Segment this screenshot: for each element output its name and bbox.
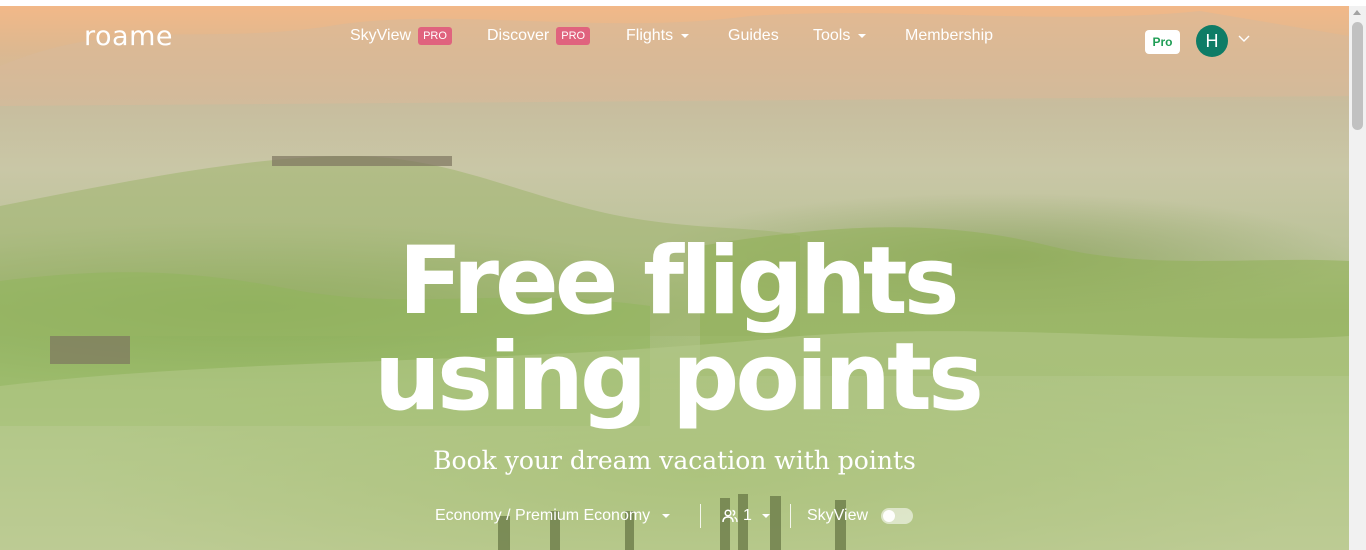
nav-item-guides[interactable]: Guides [728, 25, 779, 47]
skyview-label: SkyView [807, 507, 869, 524]
cabin-class-value: Economy / Premium Economy [435, 507, 651, 524]
hero-subtitle: Book your dream vacation with points [433, 446, 916, 475]
chevron-down-icon[interactable] [1238, 35, 1250, 43]
user-avatar[interactable]: H [1196, 25, 1228, 57]
passenger-count: 1 [743, 507, 752, 524]
nav-item-discover[interactable]: Discover PRO [487, 25, 591, 47]
chevron-down-icon [761, 514, 770, 518]
hero-headline-line1: Free flights [398, 227, 959, 336]
nav-item-tools[interactable]: Tools [813, 25, 867, 47]
roame-logo[interactable]: roame [84, 20, 173, 54]
skyview-toggle[interactable] [881, 508, 913, 524]
nav-item-label: Membership [905, 27, 994, 44]
nav-item-label: Guides [728, 27, 779, 44]
pro-badge: PRO [556, 27, 591, 45]
divider [700, 504, 701, 528]
nav-item-label: Tools [813, 27, 851, 44]
chevron-down-icon [662, 514, 671, 518]
nav-item-label: SkyView [350, 27, 412, 44]
chevron-down-icon [681, 34, 690, 38]
toggle-knob [883, 510, 895, 522]
nav-item-label: Flights [626, 27, 674, 44]
passenger-select[interactable]: 1 [722, 503, 770, 529]
nav-item-skyview[interactable]: SkyView PRO [350, 25, 452, 47]
chevron-down-icon [858, 34, 867, 38]
hero-headline-line2: using points [374, 323, 984, 432]
cabin-class-select[interactable]: Economy / Premium Economy [435, 503, 671, 529]
divider [790, 504, 791, 528]
plan-badge[interactable]: Pro [1145, 30, 1180, 54]
nav-item-flights[interactable]: Flights [626, 25, 690, 47]
scroll-up-icon[interactable] [1353, 10, 1361, 15]
nav-item-membership[interactable]: Membership [905, 25, 993, 47]
pro-badge: PRO [418, 27, 452, 45]
nav-item-label: Discover [487, 27, 550, 44]
users-icon [722, 509, 738, 523]
skyview-toggle-label[interactable]: SkyView [807, 503, 868, 529]
scroll-thumb[interactable] [1352, 22, 1363, 130]
